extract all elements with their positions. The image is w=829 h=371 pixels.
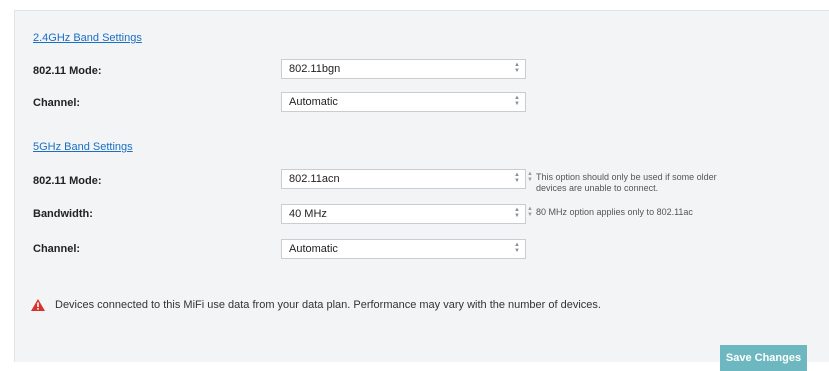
band-5-bandwidth-value: 40 MHz: [289, 208, 327, 220]
warning-text: Devices connected to this MiFi use data …: [55, 299, 601, 311]
save-changes-button[interactable]: Save Changes: [720, 345, 807, 371]
band-5-channel-value: Automatic: [289, 243, 338, 255]
band-24-settings-link[interactable]: 2.4GHz Band Settings: [33, 32, 142, 44]
band-24-channel-value: Automatic: [289, 96, 338, 108]
band-5-mode-help: ▲ ▼ This option should only be used if so…: [527, 171, 766, 194]
help-arrows-icon: ▲ ▼: [527, 171, 533, 183]
band-24-mode-label: 802.11 Mode:: [33, 65, 102, 77]
settings-panel: 2.4GHz Band Settings 802.11 Mode: 802.11…: [14, 10, 829, 362]
band-5-mode-select[interactable]: 802.11acn ▲ ▼: [281, 169, 526, 189]
band-5-mode-value: 802.11acn: [289, 173, 340, 185]
band-5-channel-select[interactable]: Automatic ▲ ▼: [281, 239, 526, 259]
band-5-mode-label: 802.11 Mode:: [33, 175, 102, 187]
band-5-mode-help-line2: devices are unable to connect.: [536, 183, 659, 193]
select-arrows-icon: ▲ ▼: [514, 242, 520, 254]
select-arrows-icon: ▲ ▼: [514, 62, 520, 74]
select-arrows-icon: ▲ ▼: [514, 95, 520, 107]
band-24-channel-select[interactable]: Automatic ▲ ▼: [281, 92, 526, 112]
data-usage-warning: Devices connected to this MiFi use data …: [31, 299, 601, 311]
band-24-mode-select[interactable]: 802.11bgn ▲ ▼: [281, 59, 526, 79]
select-arrows-icon: ▲ ▼: [514, 172, 520, 184]
band-5-bandwidth-label: Bandwidth:: [33, 208, 93, 220]
band-24-channel-label: Channel:: [33, 97, 81, 109]
band-5-bandwidth-help-text: 80 MHz option applies only to 802.11ac: [536, 207, 693, 217]
select-arrows-icon: ▲ ▼: [514, 207, 520, 219]
band-5-mode-help-line1: This option should only be used if some …: [536, 172, 717, 182]
warning-triangle-icon: [31, 299, 45, 311]
help-arrows-icon: ▲ ▼: [527, 206, 533, 218]
band-5-bandwidth-help: ▲ ▼ 80 MHz option applies only to 802.11a…: [527, 206, 766, 218]
band-5-settings-link[interactable]: 5GHz Band Settings: [33, 141, 133, 153]
band-5-channel-label: Channel:: [33, 243, 81, 255]
band-5-bandwidth-select[interactable]: 40 MHz ▲ ▼: [281, 204, 526, 224]
band-24-mode-value: 802.11bgn: [289, 63, 341, 75]
